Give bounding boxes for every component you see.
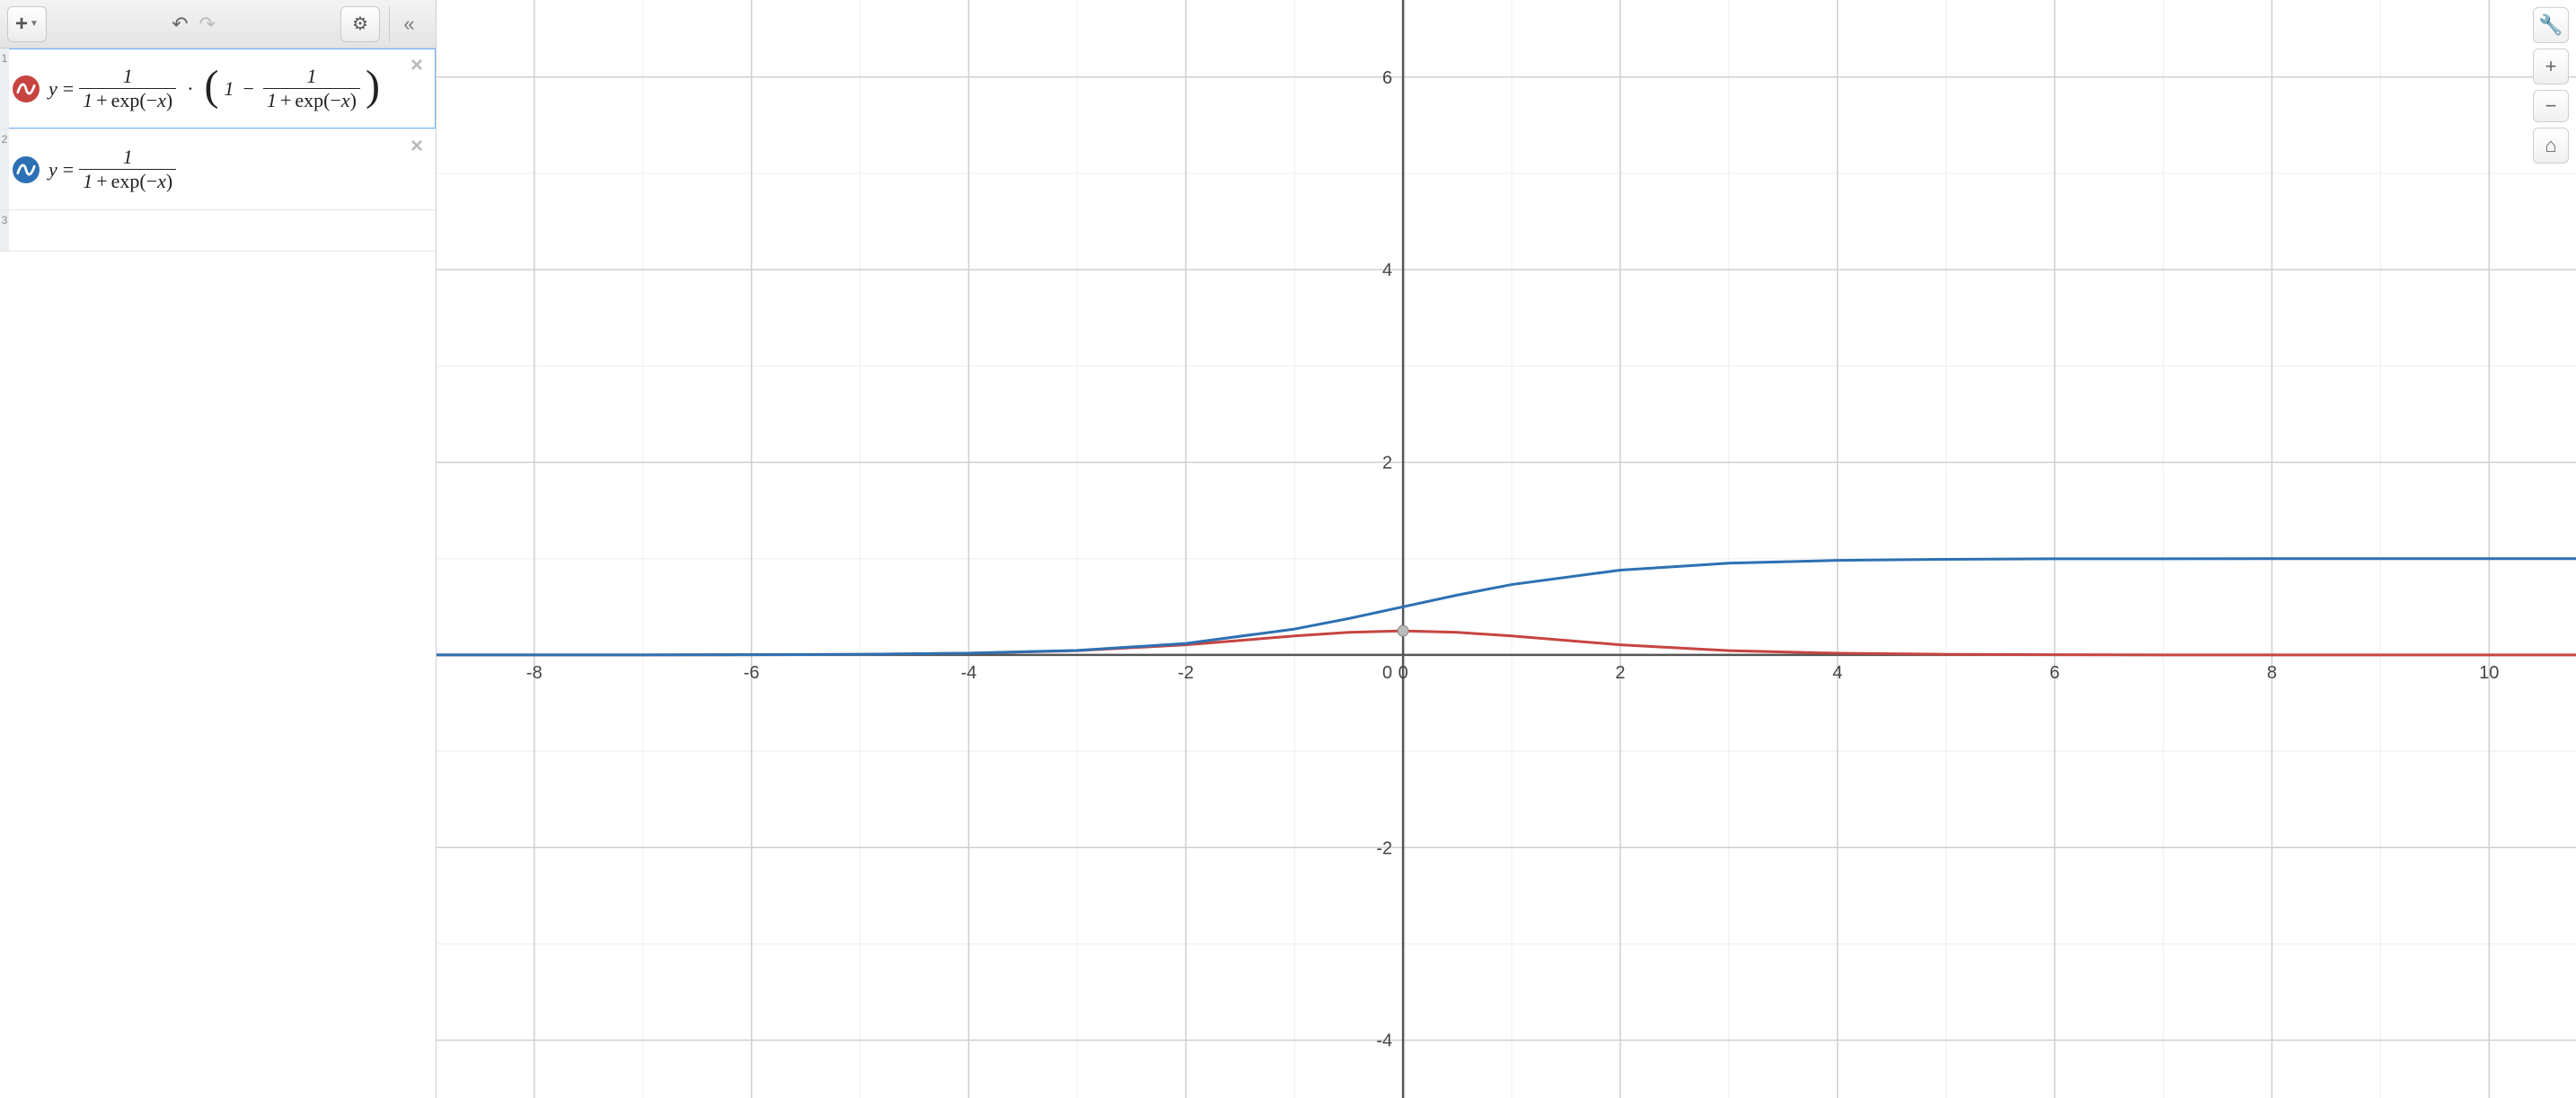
- zoom-home-button[interactable]: ⌂: [2533, 128, 2569, 164]
- expression-row[interactable]: 1 y = 1 1+exp(−x): [0, 49, 436, 129]
- expression-list: 1 y = 1 1+exp(−x): [0, 49, 436, 1098]
- delete-expression-button[interactable]: ×: [405, 54, 428, 77]
- plus-icon: +: [2545, 55, 2557, 78]
- minus-icon: −: [2545, 94, 2557, 118]
- close-icon: ×: [410, 134, 423, 159]
- close-icon: ×: [410, 53, 423, 78]
- expression-index: 2: [0, 129, 9, 209]
- math-y: y: [49, 77, 57, 101]
- expression-input[interactable]: [41, 210, 436, 251]
- svg-text:-4: -4: [1376, 1032, 1392, 1051]
- math-dot: ·: [181, 77, 198, 101]
- home-icon: ⌂: [2545, 134, 2556, 157]
- expression-input[interactable]: y = 1 1+exp(−x) · ( 1 −: [41, 49, 436, 128]
- svg-text:4: 4: [1382, 261, 1392, 280]
- svg-text:-2: -2: [1376, 838, 1392, 858]
- expression-color-toggle[interactable]: [9, 49, 41, 128]
- curve-icon: [13, 75, 40, 102]
- svg-text:2: 2: [1382, 454, 1392, 474]
- svg-text:6: 6: [1382, 68, 1392, 88]
- zoom-in-button[interactable]: +: [2533, 49, 2569, 84]
- big-lparen: (: [205, 69, 219, 103]
- fraction: 1 1+exp(−x): [263, 65, 360, 112]
- chevron-left-icon: «: [403, 13, 414, 36]
- zoom-out-button[interactable]: −: [2533, 90, 2569, 122]
- svg-text:0: 0: [1382, 663, 1392, 683]
- add-expression-button[interactable]: + ▼: [7, 6, 47, 42]
- curve-icon: [13, 156, 40, 183]
- svg-text:-8: -8: [526, 663, 543, 683]
- svg-text:2: 2: [1615, 663, 1625, 683]
- redo-button[interactable]: ↷: [199, 13, 216, 36]
- fraction: 1 1+exp(−x): [79, 146, 176, 193]
- svg-text:6: 6: [2050, 663, 2060, 683]
- delete-expression-button[interactable]: ×: [405, 135, 428, 158]
- expression-input[interactable]: y = 1 1+exp(−x): [41, 129, 436, 209]
- collapse-panel-button[interactable]: «: [389, 6, 428, 42]
- expression-index: 3: [0, 210, 9, 251]
- gear-icon: ⚙: [352, 13, 368, 35]
- svg-text:4: 4: [1832, 663, 1842, 683]
- graph-settings-button[interactable]: 🔧: [2533, 7, 2569, 43]
- wrench-icon: 🔧: [2538, 13, 2563, 37]
- graph-controls: 🔧 + − ⌂: [2533, 7, 2569, 164]
- svg-text:10: 10: [2479, 663, 2499, 683]
- caret-down-icon: ▼: [30, 19, 39, 29]
- svg-text:8: 8: [2267, 663, 2277, 683]
- undo-button[interactable]: ↶: [172, 13, 188, 36]
- fraction: 1 1+exp(−x): [79, 65, 176, 112]
- expression-row[interactable]: 2 y = 1 1+exp(−x): [0, 129, 436, 210]
- svg-text:-6: -6: [744, 663, 760, 683]
- svg-text:0: 0: [1398, 663, 1408, 683]
- big-rparen: ): [366, 69, 380, 103]
- graph-canvas[interactable]: -8 -6 -4 -2 0 2 4 6 8 10 -4 -2 2 4 6 0 🔧 + − ⌂: [437, 0, 2576, 1098]
- math-eq: =: [63, 77, 74, 101]
- expression-color-toggle[interactable]: [9, 129, 41, 209]
- expression-row-empty[interactable]: 3: [0, 210, 436, 252]
- plus-icon: +: [15, 12, 28, 37]
- expression-panel: + ▼ ↶ ↷ ⚙ « 1: [0, 0, 437, 1098]
- panel-toolbar: + ▼ ↶ ↷ ⚙ «: [0, 0, 436, 49]
- settings-button[interactable]: ⚙: [340, 6, 380, 42]
- svg-text:-4: -4: [961, 663, 977, 683]
- expression-index: 1: [0, 49, 9, 128]
- svg-text:-2: -2: [1178, 663, 1194, 683]
- graph-svg: -8 -6 -4 -2 0 2 4 6 8 10 -4 -2 2 4 6 0: [437, 0, 2576, 1098]
